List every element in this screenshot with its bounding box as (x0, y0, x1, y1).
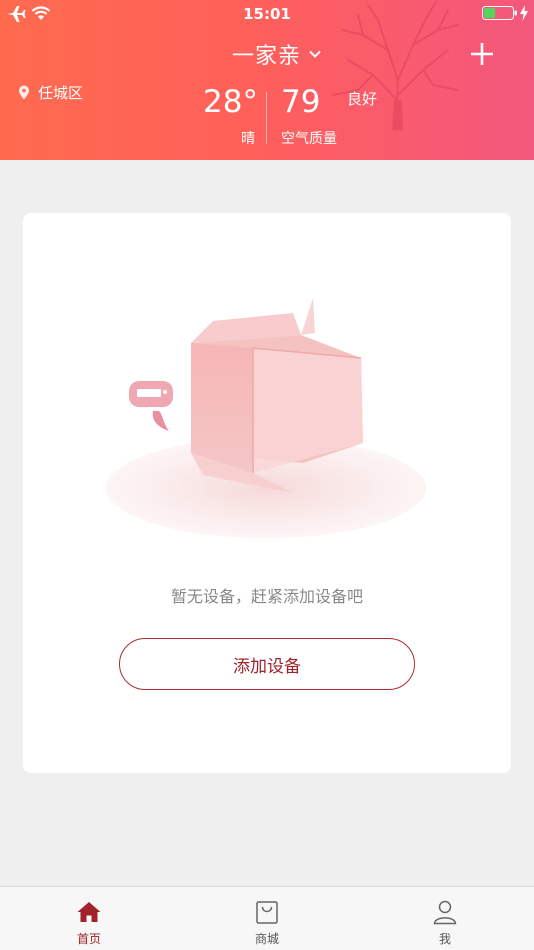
aqi-label: 空气质量 (281, 131, 337, 147)
tab-label-home: 首页 (76, 932, 101, 946)
tab-home[interactable]: 首页 (39, 887, 139, 950)
chevron-down-icon (309, 50, 321, 58)
weather-divider (266, 92, 267, 144)
battery-icon (482, 6, 517, 20)
header: 15:01 一家亲 任城区 28° 晴 79 良好 空气质量 (0, 0, 534, 160)
empty-box-illustration (106, 298, 426, 538)
family-selector[interactable]: 一家亲 (232, 40, 321, 69)
tab-bar: 首页 商城 我 (0, 886, 534, 950)
add-icon[interactable] (470, 42, 494, 66)
weather-condition: 晴 (241, 131, 255, 147)
user-icon (433, 900, 457, 925)
location[interactable]: 任城区 (18, 82, 83, 103)
temperature: 28° (203, 84, 258, 120)
family-name: 一家亲 (232, 44, 302, 69)
empty-device-card: 暂无设备，赶紧添加设备吧 添加设备 (23, 213, 511, 773)
aqi-value: 79 (281, 84, 321, 120)
add-device-button[interactable]: 添加设备 (119, 638, 415, 690)
shopping-bag-icon (256, 901, 278, 924)
tab-label-me: 我 (438, 932, 451, 946)
tab-me[interactable]: 我 (395, 887, 495, 950)
charging-icon (520, 5, 528, 21)
aqi-level: 良好 (347, 90, 378, 108)
location-text: 任城区 (38, 84, 84, 102)
tab-mall[interactable]: 商城 (217, 887, 317, 950)
status-time: 15:01 (243, 5, 291, 23)
empty-message: 暂无设备，赶紧添加设备吧 (170, 587, 363, 606)
tab-label-mall: 商城 (254, 932, 279, 946)
location-pin-icon (19, 85, 29, 100)
status-bar: 15:01 (0, 0, 534, 28)
home-icon (77, 902, 101, 922)
